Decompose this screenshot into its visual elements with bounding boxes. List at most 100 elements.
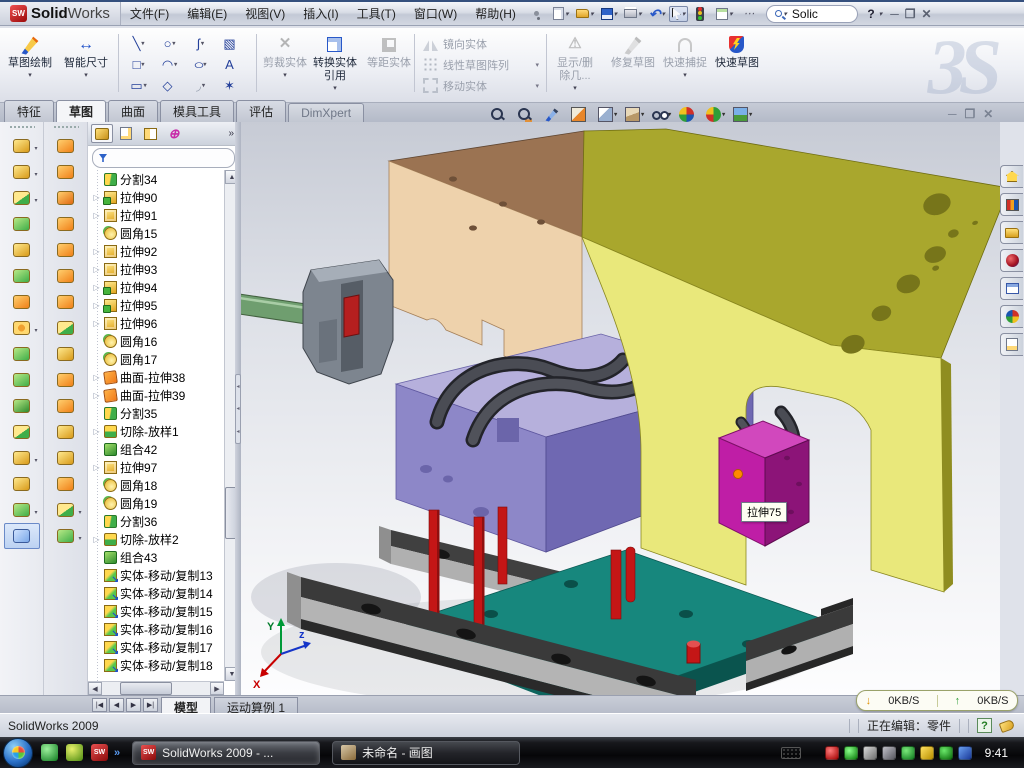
fillet-icon[interactable]: ▾ (4, 185, 40, 211)
property-manager-tab[interactable] (115, 124, 137, 143)
file-explorer-icon[interactable] (1000, 221, 1023, 244)
solidworks-resources-icon[interactable] (1000, 165, 1023, 188)
tree-item[interactable]: ▷实体-移动/复制15 (92, 602, 224, 620)
new-document-button[interactable]: ▾ (550, 4, 572, 24)
minimize-button[interactable]: ─ (890, 7, 899, 21)
tab-scroll-last-button[interactable]: ▶| (143, 698, 158, 712)
linear-sketch-pattern-button[interactable]: 线性草图阵列▾ (420, 54, 542, 75)
rectangle-icon[interactable]: □▾ (123, 54, 154, 75)
extruded-boss-icon[interactable]: ▾ (4, 133, 40, 159)
tree-item[interactable]: ▷拉伸90 (92, 188, 224, 206)
display-delete-relations-button[interactable]: ⚠显示/删除几...▾ (551, 31, 599, 97)
tree-horizontal-scrollbar[interactable]: ◀ ▶ (88, 681, 224, 695)
tree-item[interactable]: ▷组合43 (92, 548, 224, 566)
phone-icon[interactable] (901, 746, 915, 760)
magenta-block[interactable] (719, 421, 809, 546)
doc-restore-button[interactable]: ❐ (965, 107, 976, 121)
arc-icon[interactable]: ◠▾ (154, 54, 185, 75)
feature-wizard-icon[interactable]: ▾ (4, 289, 40, 315)
menu-item[interactable]: 插入(I) (294, 2, 347, 25)
sketch-fillet-icon[interactable]: ◞▾ (185, 75, 216, 96)
help-button[interactable]: ? (864, 7, 877, 21)
untrim-surface-icon[interactable]: ▾ (48, 419, 84, 445)
plane-icon[interactable]: ▾ (4, 471, 40, 497)
menu-item[interactable]: 工具(T) (348, 2, 405, 25)
revolved-boss-icon[interactable]: ▾ (4, 159, 40, 185)
tree-item[interactable]: ▷分割35 (92, 404, 224, 422)
tree-item[interactable]: ▷拉伸91 (92, 206, 224, 224)
messenger-quick-icon[interactable] (41, 744, 58, 761)
convert-entities-button[interactable]: 转换实体引用▾ (311, 31, 359, 97)
volume-icon[interactable] (882, 746, 896, 760)
ruled-surface-icon[interactable]: ▾ (48, 133, 84, 159)
command-tab[interactable]: 评估 (236, 100, 286, 122)
expand-arrow-icon[interactable]: ▷ (92, 211, 101, 220)
delete-face-icon[interactable]: ▾ (48, 393, 84, 419)
draft-analysis-icon[interactable]: ▾ (48, 497, 84, 523)
quick-tips-icon[interactable]: ? (977, 718, 992, 733)
tree-item[interactable]: ▷曲面-拉伸38 (92, 368, 224, 386)
hide-show-items-icon[interactable]: ▾ (649, 105, 674, 124)
tree-item[interactable]: ▷切除-放样1 (92, 422, 224, 440)
curve-icon[interactable]: ▾ (4, 497, 40, 523)
tree-item[interactable]: ▷拉伸95 (92, 296, 224, 314)
expand-arrow-icon[interactable]: ▷ (92, 265, 101, 274)
doc-close-button[interactable]: ✕ (983, 107, 993, 121)
mirror-entities-button[interactable]: 镜向实体 (420, 33, 542, 54)
lofted-boss-icon[interactable]: ▾ (4, 237, 40, 263)
tree-item[interactable]: ▷曲面-拉伸39 (92, 386, 224, 404)
spline-icon[interactable]: ʃ▾ (185, 33, 216, 54)
tree-item[interactable]: ▷圆角15 (92, 224, 224, 242)
section-tool-icon[interactable]: ▾ (541, 105, 566, 124)
offset-entities-button[interactable]: 等距实体 (365, 31, 413, 97)
tree-item[interactable]: ▷拉伸92 (92, 242, 224, 260)
tree-item[interactable]: ▷圆角19 (92, 494, 224, 512)
knit-surface-icon[interactable]: ▾ (48, 445, 84, 471)
app-ball-quick-icon[interactable] (66, 744, 83, 761)
dimxpert-manager-tab[interactable]: ⊕ (163, 124, 185, 143)
tree-item[interactable]: ▷分割34 (92, 170, 224, 188)
trim-entities-button[interactable]: ✕剪裁实体▾ (261, 31, 309, 97)
move-face-icon[interactable]: ▾ (48, 471, 84, 497)
command-tab[interactable]: 特征 (4, 100, 54, 122)
pattern-icon[interactable]: ▾ (4, 315, 40, 341)
menu-item[interactable]: 帮助(H) (466, 2, 525, 25)
menu-item[interactable]: 窗口(W) (405, 2, 466, 25)
tree-item[interactable]: ▷圆角17 (92, 350, 224, 368)
command-tab[interactable]: DimXpert (288, 103, 364, 122)
circle-icon[interactable]: ○▾ (154, 33, 185, 54)
taskbar-task-button[interactable]: 未命名 - 画图 (332, 741, 520, 765)
ellipse-icon[interactable]: ○▾ (185, 54, 216, 75)
toolbar-overflow-button[interactable]: ⋯ (737, 4, 759, 24)
parting-surface-icon[interactable]: ▾ (48, 211, 84, 237)
tree-item[interactable]: ▷拉伸93 (92, 260, 224, 278)
section-view-icon[interactable]: ▾ (568, 105, 593, 124)
tree-item[interactable]: ▷实体-移动/复制18 (92, 656, 224, 674)
doc-minimize-button[interactable]: ─ (948, 107, 957, 121)
combine-icon[interactable]: ▾ (4, 393, 40, 419)
taskbar-clock[interactable]: 9:41 (977, 746, 1016, 760)
keyboard-layout-icon[interactable] (781, 747, 801, 759)
tree-item[interactable]: ▷实体-移动/复制16 (92, 620, 224, 638)
tree-item[interactable]: ▷组合42 (92, 440, 224, 458)
polygon-icon[interactable]: ◇▾ (154, 75, 185, 96)
repair-sketch-button[interactable]: 修复草图 (609, 31, 657, 97)
tree-item[interactable]: ▷实体-移动/复制14 (92, 584, 224, 602)
tree-item[interactable]: ▷实体-移动/复制13 (92, 566, 224, 584)
search-box[interactable]: ▾ Solic (766, 5, 858, 23)
offset-surface-icon[interactable]: ▾ (48, 341, 84, 367)
expand-arrow-icon[interactable]: ▷ (92, 301, 101, 310)
scroll-right-button[interactable]: ▶ (210, 682, 224, 695)
configuration-manager-tab[interactable] (139, 124, 161, 143)
menu-item[interactable]: 文件(F) (121, 2, 178, 25)
move-copy-icon[interactable]: ▾ (4, 419, 40, 445)
expand-arrow-icon[interactable]: ▷ (92, 463, 101, 472)
command-tab[interactable]: 曲面 (108, 100, 158, 122)
slot-icon[interactable]: ▭▾ (123, 75, 154, 96)
zoom-area-icon[interactable]: ▾ (514, 105, 539, 124)
tag-icon[interactable] (999, 718, 1016, 732)
sketch-button[interactable]: 草图绘制▾ (6, 31, 54, 97)
custom-properties-icon[interactable] (1000, 333, 1023, 356)
expand-arrow-icon[interactable]: ▷ (92, 373, 101, 382)
model-tab[interactable]: 模型 (161, 697, 211, 713)
